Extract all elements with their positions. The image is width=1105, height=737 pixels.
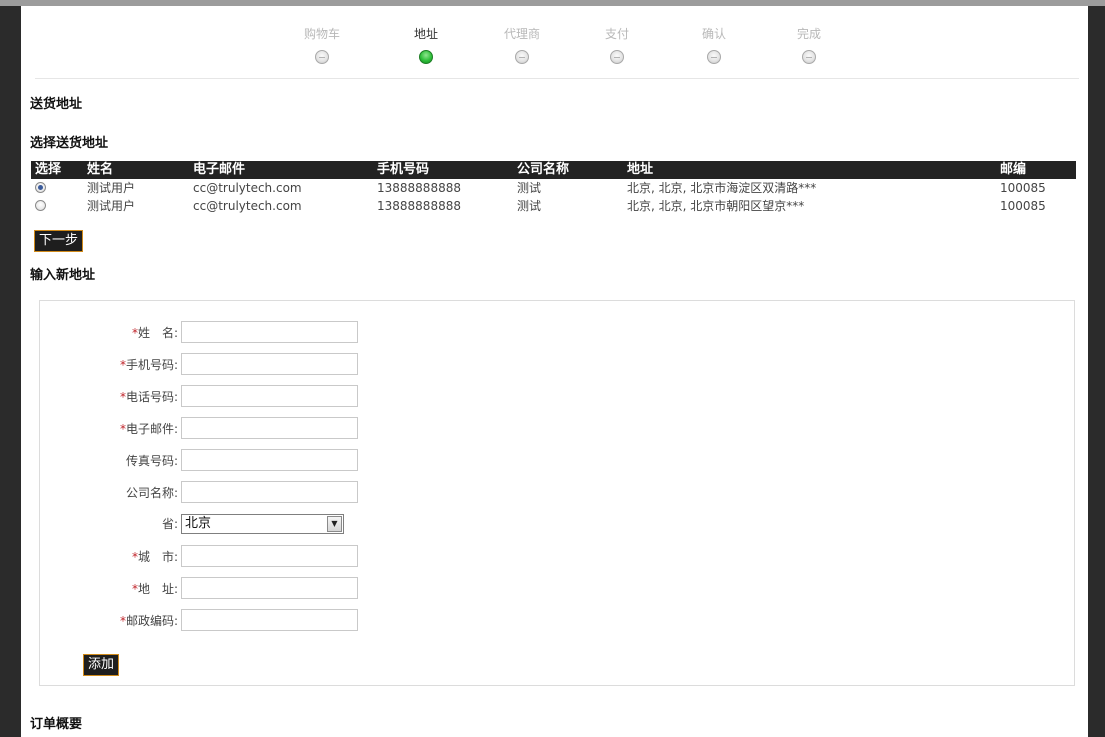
fax-label: 传真号码: <box>125 454 178 468</box>
col-header-select: 选择 <box>31 161 83 179</box>
col-header-email: 电子邮件 <box>189 161 373 179</box>
name-input[interactable] <box>181 321 358 343</box>
form-row-province: 省: 北京 ▼ <box>40 514 440 538</box>
step-complete[interactable]: 完成 <box>769 24 849 64</box>
step-label: 确认 <box>701 27 726 41</box>
fax-input[interactable] <box>181 449 358 471</box>
section-title-select-address: 选择送货地址 <box>30 136 109 151</box>
add-address-button[interactable]: 添加 <box>83 654 120 676</box>
table-header-row: 选择 姓名 电子邮件 手机号码 公司名称 地址 邮编 <box>31 161 1076 179</box>
table-row[interactable]: 测试用户 cc@trulytech.com 13888888888 测试 北京,… <box>31 197 1076 215</box>
address-cell: 北京, 北京, 北京市海淀区双清路*** <box>627 181 817 195</box>
phone-label: *电话号码: <box>119 390 178 404</box>
col-header-address: 地址 <box>623 161 996 179</box>
zip-cell: 100085 <box>1000 199 1046 213</box>
form-row-company: 公司名称: <box>40 481 440 505</box>
form-row-fax: 传真号码: <box>40 449 440 473</box>
dropdown-arrow-icon[interactable]: ▼ <box>327 516 342 532</box>
form-row-zip: *邮政编码: <box>40 609 440 633</box>
step-indicator-active-icon <box>419 50 433 64</box>
province-value: 北京 <box>185 516 212 531</box>
address-table: 选择 姓名 电子邮件 手机号码 公司名称 地址 邮编 测试用户 cc@truly… <box>31 161 1076 215</box>
col-header-company: 公司名称 <box>513 161 623 179</box>
step-indicator-icon <box>610 50 624 64</box>
select-cell <box>31 197 83 215</box>
step-label: 购物车 <box>303 27 340 41</box>
select-cell <box>31 179 83 197</box>
step-label: 完成 <box>796 27 821 41</box>
step-indicator-icon <box>802 50 816 64</box>
step-label: 地址 <box>413 27 438 41</box>
col-header-mobile: 手机号码 <box>373 161 513 179</box>
next-step-button[interactable]: 下一步 <box>34 230 84 252</box>
zip-cell: 100085 <box>1000 181 1046 195</box>
col-header-zip: 邮编 <box>996 161 1076 179</box>
new-address-form: *姓 名: *手机号码: *电话号码: *电子邮件: 传真号码: 公司名称: 省… <box>39 300 1075 686</box>
step-indicator-icon <box>707 50 721 64</box>
company-cell: 测试 <box>517 199 542 213</box>
province-label: 省: <box>161 517 178 531</box>
section-title-order-summary: 订单概要 <box>30 717 83 732</box>
form-row-email: *电子邮件: <box>40 417 440 441</box>
step-label: 代理商 <box>503 27 540 41</box>
form-row-address: *地 址: <box>40 577 440 601</box>
form-row-name: *姓 名: <box>40 321 440 345</box>
step-payment[interactable]: 支付 <box>577 24 657 64</box>
zip-label: *邮政编码: <box>119 614 178 628</box>
step-indicator-icon <box>515 50 529 64</box>
step-label: 支付 <box>604 27 629 41</box>
address-radio[interactable] <box>35 200 46 211</box>
form-row-city: *城 市: <box>40 545 440 569</box>
address-label: *地 址: <box>131 582 178 596</box>
name-cell: 测试用户 <box>87 199 136 213</box>
form-row-phone: *电话号码: <box>40 385 440 409</box>
form-row-mobile: *手机号码: <box>40 353 440 377</box>
step-confirm[interactable]: 确认 <box>674 24 754 64</box>
step-indicator-icon <box>315 50 329 64</box>
table-row[interactable]: 测试用户 cc@trulytech.com 13888888888 测试 北京,… <box>31 179 1076 197</box>
email-label: *电子邮件: <box>119 422 178 436</box>
mobile-cell: 13888888888 <box>377 181 461 195</box>
mobile-input[interactable] <box>181 353 358 375</box>
city-label: *城 市: <box>131 550 178 564</box>
col-header-name: 姓名 <box>83 161 189 179</box>
company-input[interactable] <box>181 481 358 503</box>
email-cell: cc@trulytech.com <box>193 181 302 195</box>
address-radio-selected[interactable] <box>35 182 46 193</box>
checkout-page: 购物车 地址 代理商 支付 确认 完成 送货地址 选择送货地址 选择 姓名 电子… <box>21 6 1088 737</box>
name-label: *姓 名: <box>131 326 178 340</box>
address-cell: 北京, 北京, 北京市朝阳区望京*** <box>627 199 805 213</box>
step-cart[interactable]: 购物车 <box>282 24 362 64</box>
mobile-label: *手机号码: <box>119 358 178 372</box>
province-select[interactable]: 北京 ▼ <box>181 514 344 534</box>
city-input[interactable] <box>181 545 358 567</box>
company-label: 公司名称: <box>125 486 178 500</box>
address-input[interactable] <box>181 577 358 599</box>
phone-input[interactable] <box>181 385 358 407</box>
checkout-steps: 购物车 地址 代理商 支付 确认 完成 <box>21 24 1088 84</box>
section-title-delivery-address: 送货地址 <box>30 97 83 112</box>
steps-divider <box>35 78 1079 79</box>
email-cell: cc@trulytech.com <box>193 199 302 213</box>
company-cell: 测试 <box>517 181 542 195</box>
email-input[interactable] <box>181 417 358 439</box>
zip-input[interactable] <box>181 609 358 631</box>
section-title-new-address: 输入新地址 <box>30 268 96 283</box>
step-agent[interactable]: 代理商 <box>482 24 562 64</box>
name-cell: 测试用户 <box>87 181 136 195</box>
step-address[interactable]: 地址 <box>386 24 466 64</box>
mobile-cell: 13888888888 <box>377 199 461 213</box>
